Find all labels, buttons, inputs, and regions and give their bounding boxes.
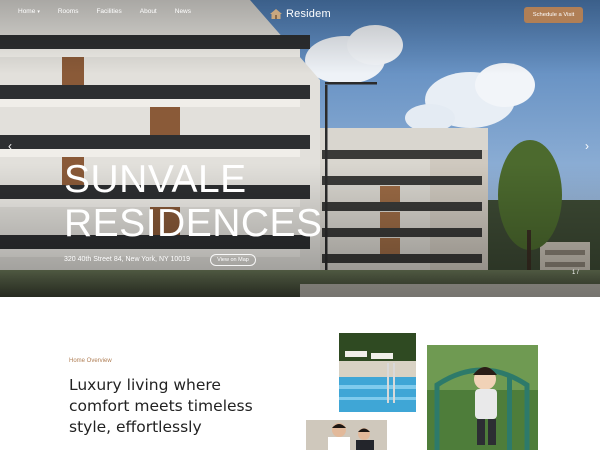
house-logo-icon (270, 9, 282, 19)
main-nav: Home ▾ Rooms Facilities About News (18, 8, 209, 15)
headline-line: comfort meets timeless (69, 397, 253, 415)
nav-item-news[interactable]: News (175, 8, 191, 15)
chevron-down-icon: ▾ (37, 8, 40, 15)
pool-photo (339, 333, 416, 412)
nav-item-label: Facilities (96, 8, 122, 15)
hero-title: SUNVALE RESIDENCES (64, 158, 323, 246)
hero-overlay (0, 0, 600, 297)
playground-photo (427, 345, 538, 450)
section-eyebrow: Home Overview (69, 358, 112, 364)
chevron-left-icon[interactable]: ‹ (8, 140, 12, 152)
hero-banner: Home ▾ Rooms Facilities About News Resid… (0, 0, 600, 297)
hero-title-line2: RESIDENCES (64, 202, 323, 245)
overview-headline: Luxury living where comfort meets timele… (69, 375, 269, 438)
headline-line: Luxury living where (69, 376, 221, 394)
nav-item-label: Home (18, 8, 36, 15)
family-photo (306, 420, 387, 450)
brand-logo-link[interactable]: Residem (270, 8, 331, 20)
nav-item-about[interactable]: About (140, 8, 157, 15)
nav-item-facilities[interactable]: Facilities (96, 8, 121, 15)
nav-item-label: News (174, 8, 192, 15)
nav-item-label: Rooms (57, 8, 79, 15)
chevron-right-icon[interactable]: › (585, 140, 589, 152)
nav-item-home[interactable]: Home ▾ (18, 8, 40, 15)
brand-name: Residem (286, 8, 331, 20)
nav-item-label: About (139, 8, 157, 15)
schedule-visit-button[interactable]: Schedule a Visit (524, 7, 583, 23)
slide-pager: 1 / (572, 270, 579, 276)
nav-item-rooms[interactable]: Rooms (58, 8, 79, 15)
headline-line: style, effortlessly (69, 418, 202, 436)
view-on-map-button[interactable]: View on Map (210, 254, 256, 266)
hero-title-line1: SUNVALE (64, 158, 247, 201)
property-address: 320 40th Street 84, New York, NY 10019 (64, 256, 190, 263)
